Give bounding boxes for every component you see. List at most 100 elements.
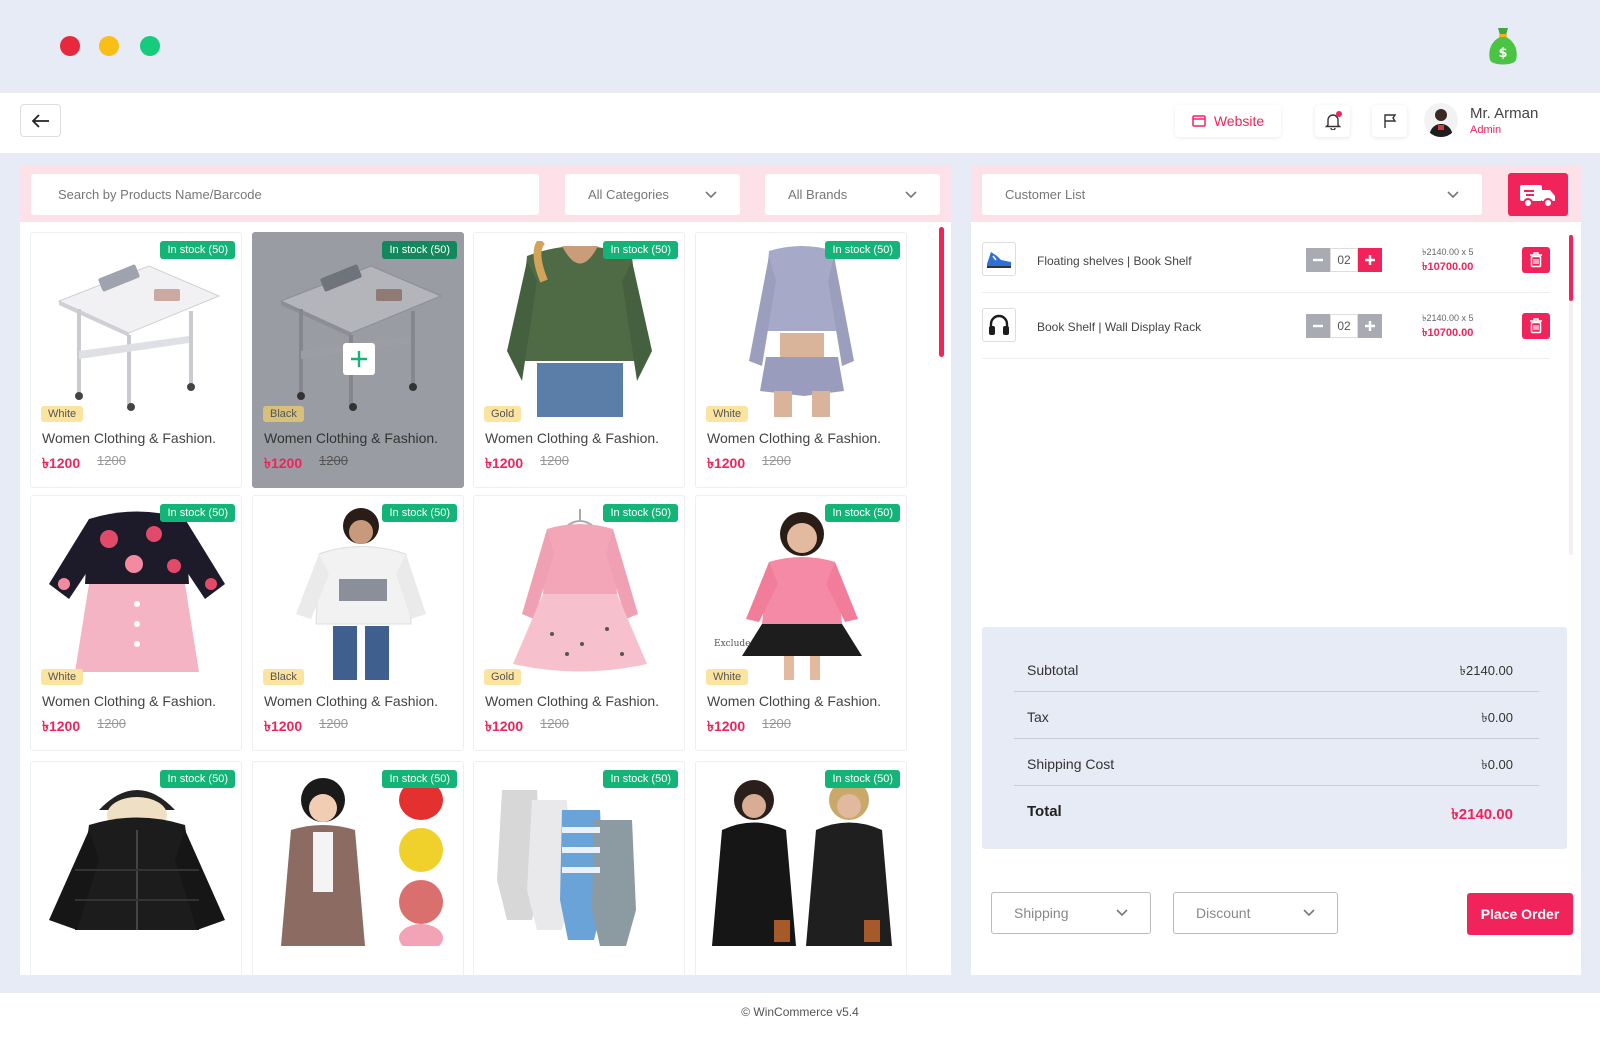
website-button[interactable]: Website — [1175, 105, 1281, 137]
plus-icon — [351, 351, 367, 367]
decrease-quantity-button[interactable] — [1306, 314, 1330, 338]
minus-icon — [1313, 258, 1323, 262]
place-order-button[interactable]: Place Order — [1467, 893, 1573, 935]
product-card[interactable]: In stock (50) — [30, 761, 242, 975]
color-tag: Black — [263, 669, 304, 685]
product-card[interactable]: In stock (50) Gold Women Clothing & Fash… — [473, 232, 685, 488]
website-label: Website — [1213, 113, 1265, 129]
increase-quantity-button[interactable] — [1358, 248, 1382, 272]
flag-button[interactable] — [1372, 105, 1407, 137]
product-card[interactable]: Exclude In stock (50) White Women Clothi… — [695, 495, 907, 751]
category-select-value: All Categories — [588, 187, 669, 202]
product-image-pink-tutu — [513, 509, 647, 672]
product-card[interactable]: In stock (50) Black Women Clothing & Fas… — [252, 495, 464, 751]
line-total: ৳10700.00 — [1422, 327, 1474, 339]
stock-badge: In stock (50) — [160, 504, 235, 522]
product-name: Women Clothing & Fashion. — [707, 430, 882, 446]
product-image-desk — [279, 264, 443, 411]
close-window-dot[interactable] — [60, 36, 80, 56]
product-image-floral-dress — [49, 511, 225, 672]
product-image-black-hoodies — [712, 780, 892, 946]
user-avatar-icon — [1429, 109, 1453, 137]
cart-scrollbar[interactable] — [1569, 235, 1573, 301]
product-name: Women Clothing & Fashion. — [42, 693, 217, 709]
product-image-lilac-set — [749, 246, 854, 417]
avatar[interactable] — [1424, 103, 1458, 137]
product-old-price: 1200 — [319, 716, 348, 731]
stock-badge: In stock (50) — [382, 241, 457, 259]
quantity-stepper: 02 — [1306, 314, 1382, 338]
product-image-rompers — [497, 790, 636, 946]
trash-icon — [1530, 252, 1542, 268]
product-price: ৳1200 — [42, 455, 81, 471]
user-role: Admin — [1470, 124, 1502, 136]
add-to-cart-button[interactable] — [343, 343, 375, 375]
product-card[interactable]: In stock (50) White Women Clothing & Fas… — [30, 495, 242, 751]
product-card[interactable]: In stock (50) White Women Clothing & Fas… — [30, 232, 242, 488]
subtotal-label: Subtotal — [1027, 662, 1079, 678]
quantity-input[interactable]: 02 — [1330, 314, 1358, 338]
remove-item-button[interactable] — [1522, 247, 1550, 273]
remove-item-button[interactable] — [1522, 313, 1550, 339]
notification-dot — [1336, 111, 1342, 117]
product-name: Women Clothing & Fashion. — [485, 693, 660, 709]
product-old-price: 1200 — [540, 453, 569, 468]
product-card[interactable]: In stock (50) — [473, 761, 685, 975]
quantity-input[interactable]: 02 — [1330, 248, 1358, 272]
truck-icon — [1520, 184, 1555, 208]
product-list-scrollbar[interactable] — [939, 227, 944, 357]
search-placeholder: Search by Products Name/Barcode — [58, 187, 262, 202]
summary-row-total: Total ৳2140.00 — [1014, 786, 1539, 833]
subtotal-value: ৳2140.00 — [1459, 663, 1513, 678]
product-panel: Search by Products Name/Barcode All Cate… — [20, 165, 951, 975]
product-name: Women Clothing & Fashion. — [707, 693, 882, 709]
category-select[interactable]: All Categories — [565, 174, 740, 215]
browser-window-icon — [1192, 115, 1206, 127]
customer-select[interactable]: Customer List — [982, 174, 1482, 215]
chevron-down-icon — [705, 190, 717, 198]
shipping-cost-label: Shipping Cost — [1027, 756, 1115, 772]
summary-row-subtotal: Subtotal ৳2140.00 — [1014, 645, 1539, 692]
product-price: ৳1200 — [485, 718, 524, 734]
discount-select[interactable]: Discount — [1173, 892, 1338, 934]
cart-item-name: Book Shelf | Wall Display Rack — [1037, 320, 1202, 334]
stock-badge: In stock (50) — [825, 241, 900, 259]
order-summary: Subtotal ৳2140.00 Tax ৳0.00 Shipping Cos… — [982, 627, 1567, 849]
stock-badge: In stock (50) — [160, 241, 235, 259]
line-total: ৳10700.00 — [1422, 261, 1474, 273]
product-card-selected[interactable]: In stock (50) Black Women Clothing & Fas… — [252, 232, 464, 488]
product-image-green-hoodie — [507, 241, 652, 417]
product-card[interactable]: In stock (50) — [695, 761, 907, 975]
minimize-window-dot[interactable] — [99, 36, 119, 56]
stock-badge: In stock (50) — [825, 770, 900, 788]
total-value: ৳2140.00 — [1451, 806, 1513, 823]
product-old-price: 1200 — [97, 716, 126, 731]
product-name: Women Clothing & Fashion. — [264, 693, 439, 709]
product-image-white-sweater — [296, 508, 426, 680]
product-price: ৳1200 — [485, 455, 524, 471]
brand-select[interactable]: All Brands — [765, 174, 940, 215]
decrease-quantity-button[interactable] — [1306, 248, 1330, 272]
shipping-select[interactable]: Shipping — [991, 892, 1151, 934]
stock-badge: In stock (50) — [160, 770, 235, 788]
maximize-window-dot[interactable] — [140, 36, 160, 56]
user-name: Mr. Arman — [1470, 105, 1539, 122]
product-price: ৳1200 — [707, 718, 746, 734]
sneaker-icon — [987, 252, 1011, 268]
search-input[interactable]: Search by Products Name/Barcode — [31, 174, 539, 215]
back-button[interactable] — [20, 104, 61, 137]
notifications-button[interactable] — [1315, 105, 1350, 137]
cart-item-thumb — [982, 242, 1016, 276]
trash-icon — [1530, 318, 1542, 334]
product-old-price: 1200 — [762, 716, 791, 731]
color-tag: White — [706, 406, 749, 422]
flag-icon — [1383, 114, 1396, 128]
shipping-select-value: Shipping — [1014, 905, 1069, 921]
product-card[interactable]: In stock (50) — [252, 761, 464, 975]
product-old-price: 1200 — [540, 716, 569, 731]
stock-badge: In stock (50) — [382, 504, 457, 522]
delivery-button[interactable] — [1508, 173, 1568, 216]
increase-quantity-button[interactable] — [1358, 314, 1382, 338]
product-card[interactable]: In stock (50) White Women Clothing & Fas… — [695, 232, 907, 488]
product-card[interactable]: In stock (50) Gold Women Clothing & Fash… — [473, 495, 685, 751]
